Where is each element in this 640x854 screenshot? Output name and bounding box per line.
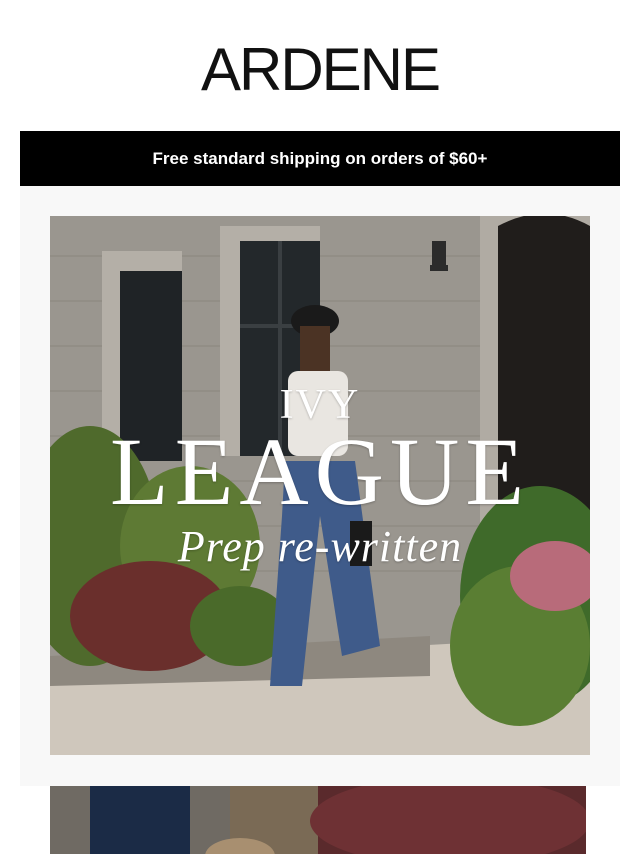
next-image-photo (50, 786, 586, 854)
free-shipping-banner[interactable]: Free standard shipping on orders of $60+ (20, 131, 620, 186)
next-image-strip[interactable] (50, 786, 586, 854)
hero-banner[interactable]: IVY LEAGUE Prep re-written (50, 216, 590, 755)
hero-tagline: Prep re-written (177, 522, 463, 571)
hero-headline-league: LEAGUE (110, 418, 530, 525)
brand-logo[interactable]: ARDENE (201, 39, 441, 100)
hero-section: IVY LEAGUE Prep re-written (20, 186, 620, 786)
free-shipping-text: Free standard shipping on orders of $60+ (152, 148, 488, 168)
email-header: ARDENE (0, 0, 640, 131)
